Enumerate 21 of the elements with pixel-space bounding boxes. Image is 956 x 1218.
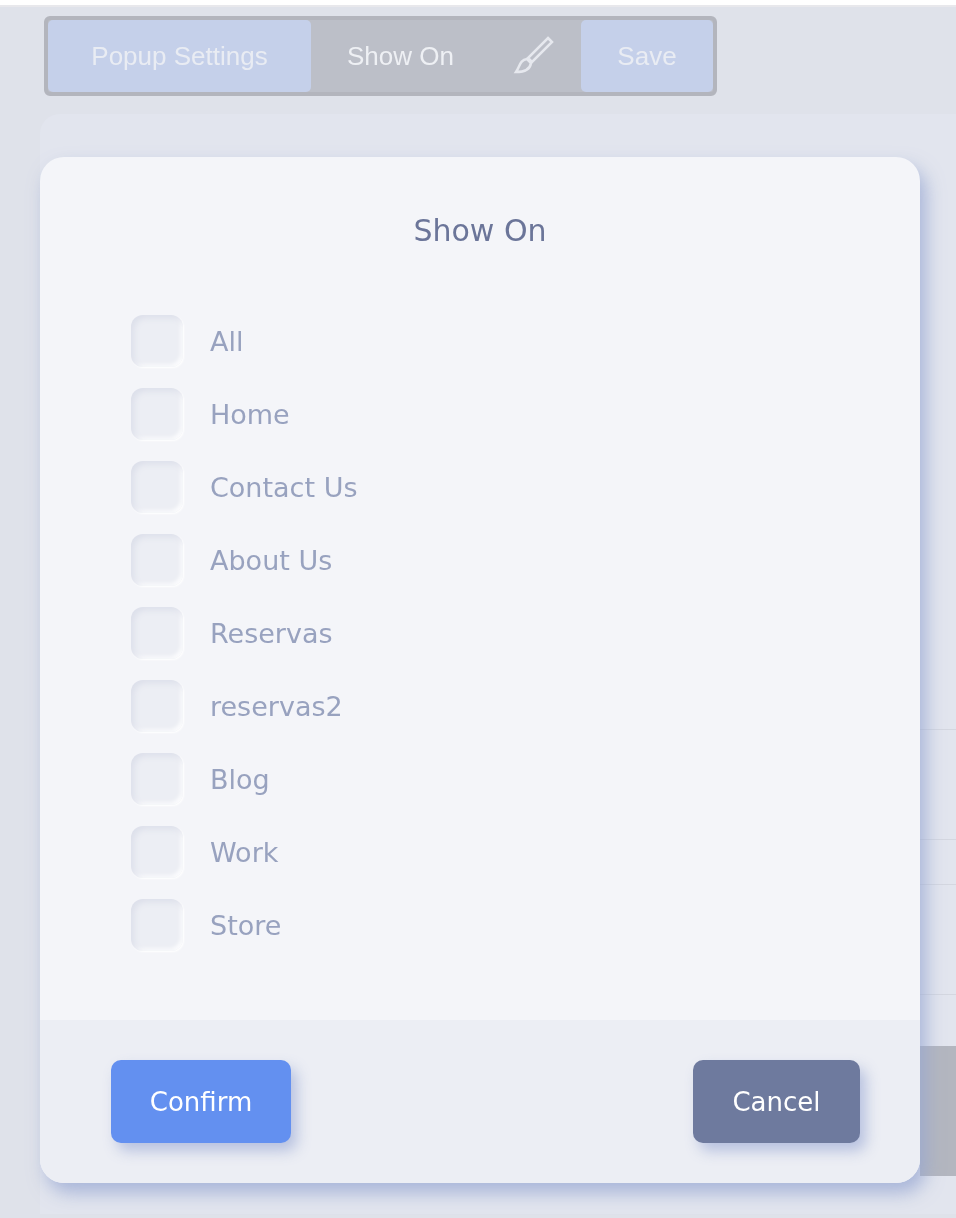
confirm-button[interactable]: Confirm [111, 1060, 291, 1143]
dialog-title: Show On [412, 213, 548, 248]
checkbox-label: reservas2 [210, 690, 343, 722]
checkbox-label: Work [210, 836, 279, 868]
checkbox[interactable] [131, 680, 183, 732]
checkbox-label: Blog [210, 763, 270, 795]
checkbox-label: All [210, 325, 244, 357]
checkbox[interactable] [131, 388, 183, 440]
checkbox-label: Contact Us [210, 471, 358, 503]
checkbox-label: About Us [210, 544, 333, 576]
checkbox[interactable] [131, 899, 183, 951]
checkbox[interactable] [131, 315, 183, 367]
checkbox[interactable] [131, 826, 183, 878]
checkbox[interactable] [131, 461, 183, 513]
checkbox[interactable] [131, 607, 183, 659]
checkbox[interactable] [131, 534, 183, 586]
checkbox[interactable] [131, 753, 183, 805]
cancel-button[interactable]: Cancel [693, 1060, 860, 1143]
checkbox-label: Home [210, 398, 290, 430]
checkbox-label: Reservas [210, 617, 333, 649]
checkbox-label: Store [210, 909, 282, 941]
